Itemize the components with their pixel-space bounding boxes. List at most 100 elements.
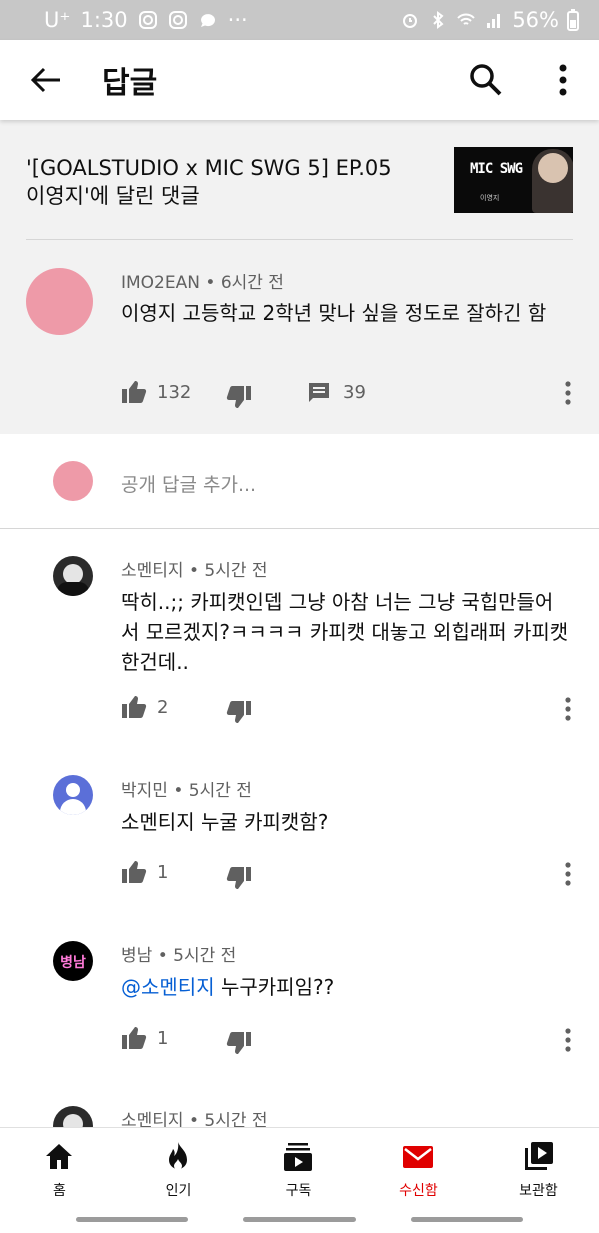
gesture-pill[interactable] [76,1217,188,1222]
thumbnail-subtext: 이영지 [480,194,500,202]
comment-time: 6시간 전 [220,273,284,293]
comment-author[interactable]: 박지민 [121,781,168,801]
nav-home[interactable]: 홈 [0,1128,119,1208]
avatar[interactable] [53,556,93,596]
thumbs-down-icon[interactable] [226,700,252,724]
battery-level: 56% [512,8,559,32]
meta-separator: • [157,946,168,966]
comment-meta: 소멘티지 • 5시간 전 [121,556,268,581]
more-notifications: ··· [227,8,248,32]
comment-text: 이영지 고등학교 2학년 맞나 싶을 정도로 잘하긴 함 [121,301,547,325]
nav-label: 인기 [165,1183,192,1199]
page-title: 답글 [102,66,158,101]
nav-label: 수신함 [399,1183,438,1199]
comment-author[interactable]: 소멘티지 [121,561,184,581]
like-button[interactable]: 1 [121,860,168,884]
like-count: 2 [157,696,169,718]
battery-icon [567,9,579,31]
nav-library[interactable]: 보관함 [479,1128,598,1208]
video-title-line1: '[GOALSTUDIO x MIC SWG 5] EP.05 [26,156,392,180]
more-vert-icon[interactable] [560,696,576,722]
parent-comment-section: '[GOALSTUDIO x MIC SWG 5] EP.05 이영지'에 달린… [0,120,599,434]
video-title[interactable]: '[GOALSTUDIO x MIC SWG 5] EP.05 이영지'에 달린… [26,154,426,210]
instagram-icon [138,11,157,29]
avatar[interactable]: 병남 [53,941,93,981]
like-button[interactable]: 132 [121,380,191,404]
gesture-pill[interactable] [411,1217,523,1222]
like-count: 1 [157,1027,169,1049]
avatar[interactable] [53,775,93,815]
subscriptions-icon [284,1143,312,1171]
avatar [53,461,93,501]
comment-meta: 박지민 • 5시간 전 [121,776,252,801]
thumbs-down-icon[interactable] [226,1031,252,1055]
gesture-pill[interactable] [243,1217,356,1222]
instagram-icon [168,11,187,29]
thumbs-up-icon [122,1027,147,1049]
video-thumbnail[interactable]: MIC SWG 이영지 [454,147,573,213]
avatar-text: 병남 [60,955,86,971]
comment-text: @소멘티지 누구카피임?? [121,972,571,1002]
bluetooth-icon [433,11,444,29]
flame-icon [169,1142,187,1170]
add-reply-input[interactable]: 공개 답글 추가... [121,470,256,497]
thumbs-up-icon [122,381,147,403]
more-vert-icon[interactable] [560,380,576,406]
nav-inbox[interactable]: 수신함 [359,1128,478,1208]
more-vert-icon[interactable] [560,1027,576,1053]
status-bar: U⁺ 1:30 ··· 56% [0,0,599,40]
comment-meta: IMO2EAN • 6시간 전 [121,268,284,293]
signal-icon [487,14,501,28]
like-count: 1 [157,861,169,883]
app-bar: 답글 [0,40,599,120]
carrier-label: U⁺ [44,8,71,32]
gesture-bar [0,1207,599,1233]
nav-trending[interactable]: 인기 [119,1128,238,1208]
inbox-icon [403,1146,433,1168]
comment-time: 5시간 전 [173,946,237,966]
thumbs-up-icon [122,696,147,718]
meta-separator: • [188,561,199,581]
video-title-line2: 이영지'에 달린 댓글 [26,184,200,208]
back-arrow-icon[interactable] [26,62,66,98]
search-icon[interactable] [466,60,506,100]
like-button[interactable]: 2 [121,695,168,719]
reply-count-button[interactable]: 39 [307,380,366,404]
like-count: 132 [157,381,192,403]
library-icon [525,1142,553,1170]
alarm-icon [403,14,418,28]
comment-time: 5시간 전 [204,561,268,581]
comment-author[interactable]: IMO2EAN [121,273,200,293]
comment-body: 누구카피임?? [214,975,335,999]
comment-text: 딱히..;; 카피캣인뎁 그냥 아참 너는 그냥 국힙만들어서 모르겠지?ㅋㅋㅋ… [121,590,569,674]
reply-count: 39 [343,381,366,403]
wifi-icon [457,13,476,25]
thumbs-down-icon[interactable] [226,866,252,890]
comment-icon [309,383,329,402]
comment-text: 소멘티지 누굴 카피캣함? [121,810,329,834]
meta-separator: • [205,273,216,293]
nav-label: 홈 [53,1183,66,1199]
bottom-navigation: 홈 인기 구독 수신함 보관함 [0,1127,599,1208]
thumbnail-face [538,153,568,183]
like-button[interactable]: 1 [121,1026,168,1050]
nav-label: 구독 [285,1183,312,1199]
thumbnail-logo-text: MIC SWG [470,161,523,177]
comment-time: 5시간 전 [188,781,252,801]
clock: 1:30 [80,8,128,32]
more-vert-icon[interactable] [560,861,576,887]
thumbs-down-icon[interactable] [226,385,252,409]
comment-meta: 병남 • 5시간 전 [121,941,236,966]
comment-author[interactable]: 병남 [121,946,152,966]
more-vert-icon[interactable] [548,60,578,100]
nav-label: 보관함 [519,1183,558,1199]
divider [26,239,573,240]
meta-separator: • [173,781,184,801]
nav-subscriptions[interactable]: 구독 [239,1128,358,1208]
divider [0,528,599,529]
avatar[interactable] [26,268,93,335]
home-icon [46,1144,72,1169]
thumbs-up-icon [122,861,147,883]
mention-link[interactable]: @소멘티지 [121,975,215,999]
chat-bubble-icon [200,14,215,27]
